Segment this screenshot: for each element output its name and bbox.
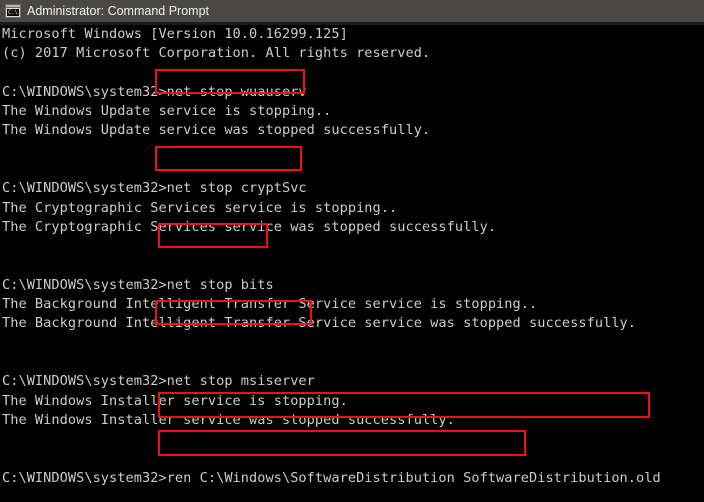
console-line: (c) 2017 Microsoft Corporation. All righ… [2,45,431,62]
console-line-list: Microsoft Windows [Version 10.0.16299.12… [2,25,702,502]
console-line: C:\WINDOWS\system32>net stop cryptSvc [2,180,307,197]
console-line: C:\WINDOWS\system32>ren C:\Windows\Softw… [2,469,661,486]
console-line: Microsoft Windows [Version 10.0.16299.12… [2,26,348,42]
console-line: The Windows Update service was stopped s… [2,122,431,139]
console-line: The Background Intelligent Transfer Serv… [2,296,538,313]
console-line: The Windows Installer service is stoppin… [2,392,348,409]
window-title: Administrator: Command Prompt [27,4,210,18]
icon-screen-text: C:\. [7,9,19,16]
command-prompt-window: C:\. Administrator: Command Prompt Micro… [0,0,704,502]
console-line: C:\WINDOWS\system32>net stop msiserver [2,373,315,390]
console-output-area[interactable]: Microsoft Windows [Version 10.0.16299.12… [0,25,704,502]
command-prompt-icon: C:\. [5,4,21,18]
console-line: The Background Intelligent Transfer Serv… [2,315,637,332]
console-line: C:\WINDOWS\system32>net stop bits [2,276,274,293]
icon-titlebar-stripe [6,5,20,8]
console-line: C:\WINDOWS\system32>net stop wuauserv [2,83,307,100]
console-line: The Cryptographic Services service was s… [2,218,497,235]
window-titlebar[interactable]: C:\. Administrator: Command Prompt [0,0,704,22]
console-line: The Windows Update service is stopping.. [2,103,332,120]
console-line: The Windows Installer service was stoppe… [2,411,455,428]
console-line: The Cryptographic Services service is st… [2,199,398,216]
